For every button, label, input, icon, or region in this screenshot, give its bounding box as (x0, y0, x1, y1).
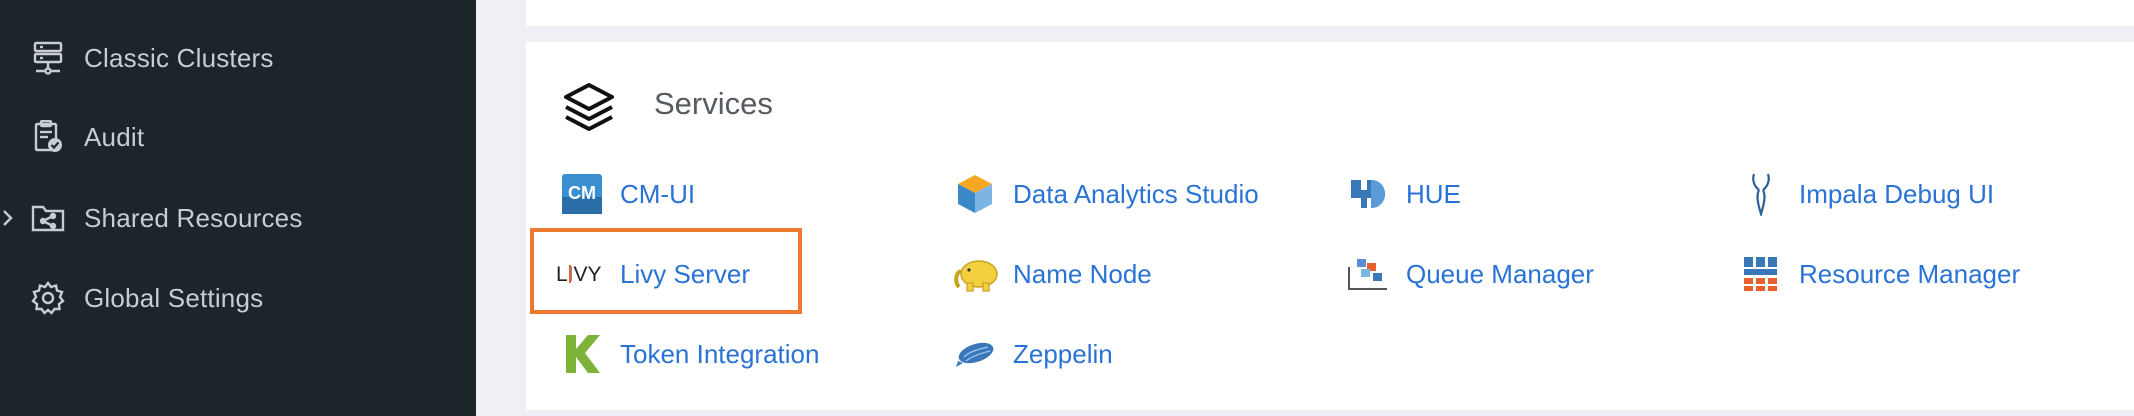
service-label: Name Node (1013, 258, 1152, 289)
sidebar-item-audit[interactable]: Audit (0, 107, 476, 167)
queue-manager-icon (1346, 252, 1390, 296)
sidebar-item-classic-clusters[interactable]: Classic Clusters (0, 28, 476, 88)
highlight-box (530, 228, 802, 314)
service-label: Queue Manager (1406, 258, 1594, 289)
sidebar-item-label: Global Settings (84, 282, 264, 313)
service-label: HUE (1406, 178, 1461, 209)
sidebar-item-label: Classic Clusters (84, 42, 274, 73)
service-label: Resource Manager (1799, 258, 2021, 289)
service-label: Zeppelin (1013, 338, 1113, 369)
top-card (526, 0, 2134, 26)
hadoop-elephant-icon (953, 252, 1001, 296)
services-header (562, 78, 616, 138)
sidebar-item-label: Shared Resources (84, 202, 303, 233)
service-name-node[interactable]: Name Node (953, 248, 1152, 300)
hue-logo-icon (1346, 172, 1390, 216)
service-cm-ui[interactable]: CM CM-UI (560, 168, 695, 220)
sidebar-item-shared-resources[interactable]: Shared Resources (0, 188, 476, 248)
shared-folder-icon (30, 200, 66, 236)
service-token-integration[interactable]: Token Integration (560, 328, 819, 380)
services-card: Services CM CM-UI Data Analytics Studio (526, 42, 2134, 410)
layers-icon (562, 81, 616, 135)
service-data-analytics-studio[interactable]: Data Analytics Studio (953, 168, 1259, 220)
sidebar-item-global-settings[interactable]: Global Settings (0, 268, 476, 328)
impala-antelope-icon (1739, 172, 1783, 216)
service-queue-manager[interactable]: Queue Manager (1346, 248, 1594, 300)
chevron-right-icon[interactable] (0, 207, 16, 229)
sidebar-item-label: Audit (84, 121, 145, 152)
svg-text:CM: CM (568, 183, 596, 203)
service-label: CM-UI (620, 178, 696, 209)
resource-manager-grid-icon (1739, 252, 1783, 296)
gear-icon (30, 280, 66, 316)
service-hue[interactable]: HUE (1346, 168, 1461, 220)
service-label: Impala Debug UI (1799, 178, 1995, 209)
service-resource-manager[interactable]: Resource Manager (1739, 248, 2020, 300)
zeppelin-blimp-icon (953, 332, 997, 376)
clipboard-check-icon (30, 119, 66, 155)
service-impala-debug-ui[interactable]: Impala Debug UI (1739, 168, 1994, 220)
service-label: Data Analytics Studio (1013, 178, 1259, 209)
server-stack-icon (30, 40, 66, 76)
cm-logo-icon: CM (560, 172, 604, 216)
services-title: Services (654, 86, 773, 121)
service-zeppelin[interactable]: Zeppelin (953, 328, 1113, 380)
token-k-icon (560, 332, 604, 376)
service-label: Token Integration (620, 338, 820, 369)
cube-logo-icon (953, 172, 997, 216)
sidebar: Classic Clusters Audit Shared Resources … (0, 0, 476, 416)
